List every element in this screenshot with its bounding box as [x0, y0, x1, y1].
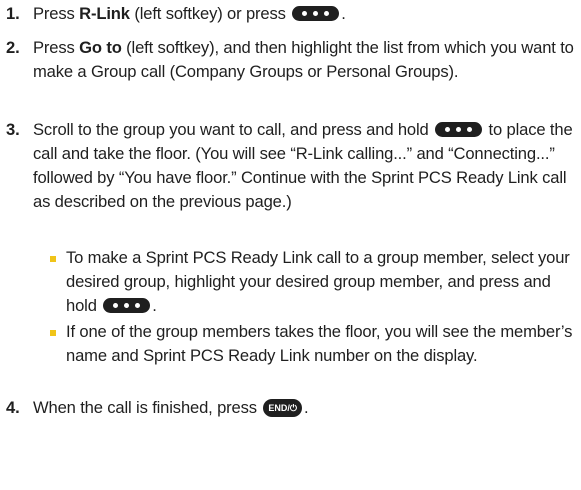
- step-text: Press Go to (left softkey), and then hig…: [33, 38, 574, 81]
- sub-bullet-1: To make a Sprint PCS Ready Link call to …: [66, 248, 570, 315]
- step-2: 2. Press Go to (left softkey), and then …: [0, 36, 575, 108]
- bullet-marker: [50, 256, 56, 262]
- step-number: 3.: [6, 120, 20, 139]
- step-number: 1.: [6, 4, 20, 23]
- step-text: When the call is finished, press END/⏻.: [33, 398, 309, 417]
- step-4: 4. When the call is finished, press END/…: [0, 396, 575, 420]
- instruction-page: 1. Press R-Link (left softkey) or press …: [0, 0, 581, 490]
- ready-link-key-icon: [435, 122, 483, 138]
- step-text: Scroll to the group you want to call, an…: [33, 120, 573, 211]
- ready-link-key-icon: [103, 298, 151, 314]
- step-number: 4.: [6, 398, 20, 417]
- sub-bullet-2: If one of the group members takes the fl…: [66, 322, 573, 365]
- step-number: 2.: [6, 38, 20, 57]
- end-power-key-icon: END/⏻: [263, 398, 303, 417]
- step-1: 1. Press R-Link (left softkey) or press …: [0, 2, 575, 26]
- bullet-marker: [50, 330, 56, 336]
- ready-link-key-icon: [292, 6, 340, 22]
- step-text: Press R-Link (left softkey) or press .: [33, 4, 346, 23]
- go-to-softkey-label: Go to: [79, 38, 122, 57]
- r-link-softkey-label: R-Link: [79, 4, 130, 23]
- step-3: 3. Scroll to the group you want to call,…: [0, 118, 575, 238]
